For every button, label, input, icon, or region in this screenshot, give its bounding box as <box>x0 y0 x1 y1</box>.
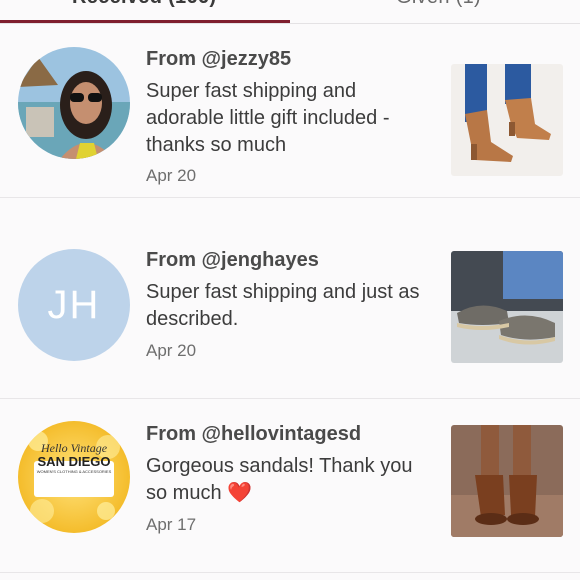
review-row[interactable]: JH From @jenghayes Super fast shipping a… <box>0 225 580 399</box>
active-tab-indicator <box>0 20 290 23</box>
review-date: Apr 20 <box>146 166 197 185</box>
item-thumbnail[interactable] <box>451 64 563 176</box>
reviewer-username[interactable]: From @jezzy85 <box>146 48 291 71</box>
logo-line-3: WOMEN'S CLOTHING & ACCESSORIES <box>36 469 112 474</box>
user-avatar-initials[interactable]: JH <box>18 249 130 361</box>
logo-line-2: SAN DIEGO <box>37 454 111 469</box>
tab-bar: Received (166) Given (1) <box>0 0 580 24</box>
review-message: Super fast shipping and adorable little … <box>146 80 390 156</box>
reviewer-username[interactable]: From @jenghayes <box>146 249 319 272</box>
reviewer-username[interactable]: From @hellovintagesd <box>146 423 361 446</box>
review-message-text: Gorgeous sandals! Thank you so much <box>146 455 413 504</box>
tab-received[interactable]: Received (166) <box>72 0 216 9</box>
shop-logo: Hello Vintage SAN DIEGO WOMEN'S CLOTHING… <box>34 442 114 475</box>
tab-given[interactable]: Given (1) <box>396 0 481 9</box>
review-row[interactable]: From @jezzy85 Super fast shipping and ad… <box>0 24 580 198</box>
review-row[interactable]: From @hellovintagesd Gorgeous sandals! T… <box>0 399 580 573</box>
heart-icon: ❤️ <box>227 482 253 504</box>
review-message: Gorgeous sandals! Thank you so much ❤️ <box>146 453 436 507</box>
review-date: Apr 17 <box>146 515 197 534</box>
item-thumbnail[interactable] <box>451 251 563 363</box>
review-date: Apr 20 <box>146 341 197 360</box>
review-message: Super fast shipping and just as describe… <box>146 281 420 330</box>
avatar-initials: JH <box>18 249 130 361</box>
item-thumbnail[interactable] <box>451 425 563 537</box>
user-avatar-photo[interactable] <box>18 47 130 159</box>
user-avatar-logo[interactable] <box>18 421 130 533</box>
